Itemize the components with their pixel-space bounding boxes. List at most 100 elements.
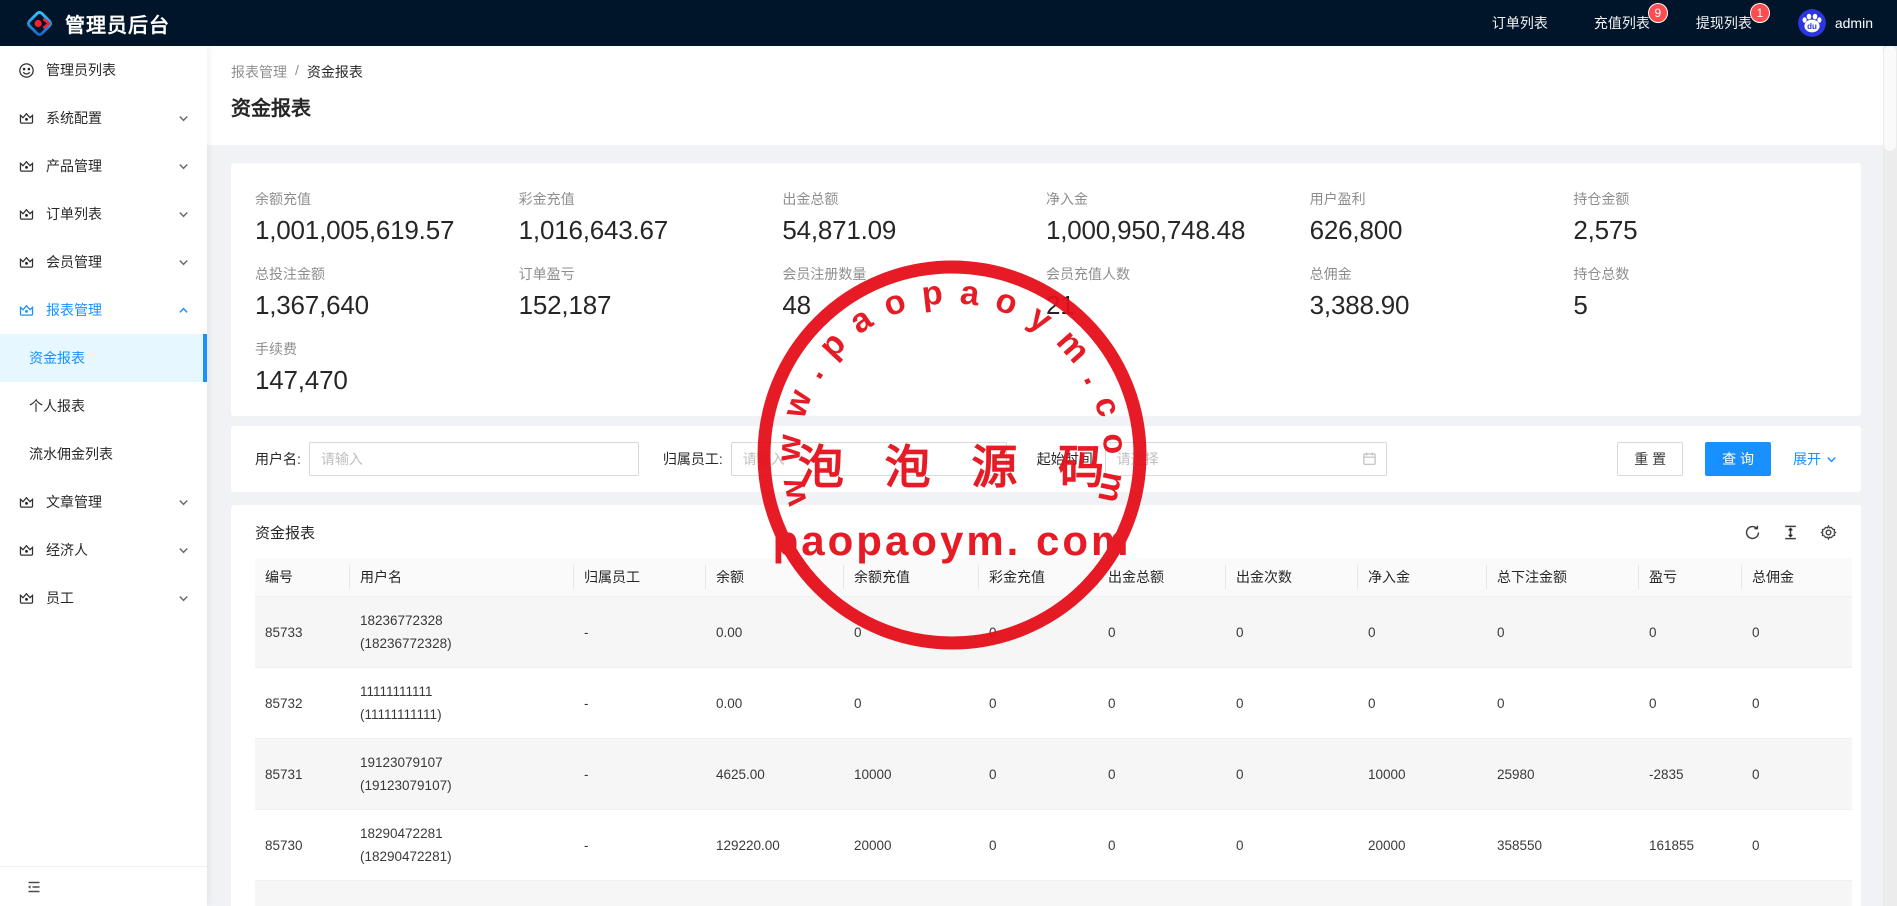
recharge-badge: 9 — [1649, 4, 1667, 22]
cell-value: 0.00 — [706, 597, 844, 668]
chevron-down-icon — [178, 545, 189, 556]
cell-value: 0 — [1487, 597, 1639, 668]
cell-value: 161855 — [1639, 810, 1742, 881]
user-chip[interactable]: du admin — [1798, 9, 1873, 37]
sidebar-item-product-mgmt[interactable]: 产品管理 — [0, 142, 207, 190]
menu-fold-icon[interactable] — [26, 879, 42, 895]
sidebar-item-article-mgmt[interactable]: 文章管理 — [0, 478, 207, 526]
cell-value: 0.00 — [706, 668, 844, 739]
sidebar-item-staff[interactable]: 员工 — [0, 574, 207, 622]
crown-icon — [18, 494, 35, 511]
search-button[interactable]: 查 询 — [1705, 442, 1771, 476]
sidebar-item-label: 员工 — [46, 588, 178, 608]
reload-icon[interactable] — [1744, 524, 1761, 541]
cell-username: 19122734740 — [350, 881, 574, 906]
scrollbar-thumb[interactable] — [1884, 46, 1896, 151]
sidebar-item-order-list[interactable]: 订单列表 — [0, 190, 207, 238]
cell-value — [706, 881, 844, 906]
stat-member-recharged: 会员充值人数21 — [1046, 264, 1310, 321]
page-title: 资金报表 — [231, 92, 1859, 121]
chevron-down-icon — [178, 257, 189, 268]
cell-value: 0 — [1639, 597, 1742, 668]
cell-value — [1098, 881, 1226, 906]
cell-value: 0 — [1487, 668, 1639, 739]
cell-staff: - — [574, 739, 706, 810]
stat-member-registered: 会员注册数量48 — [782, 264, 1046, 321]
username-input[interactable] — [309, 442, 639, 476]
vertical-scrollbar[interactable] — [1883, 46, 1897, 906]
sidebar-item-report-mgmt[interactable]: 报表管理 — [0, 286, 207, 334]
stat-balance-recharge: 余额充值1,001,005,619.57 — [255, 189, 519, 246]
cell-value: 0 — [1098, 597, 1226, 668]
stat-position-amount: 持仓金额2,575 — [1573, 189, 1837, 246]
nav-recharge-list[interactable]: 充值列表9 — [1594, 13, 1650, 33]
withdraw-badge: 1 — [1751, 4, 1769, 22]
fund-report-table: 编号 用户名 归属员工 余额 余额充值 彩金充值 出金总额 出金次数 净入金 总… — [255, 558, 1852, 906]
cell-value: 0 — [979, 739, 1098, 810]
cell-staff — [574, 881, 706, 906]
breadcrumb-parent[interactable]: 报表管理 — [231, 62, 287, 82]
start-time-input[interactable] — [1105, 442, 1387, 476]
staff-input[interactable] — [731, 442, 1007, 476]
column-height-icon[interactable] — [1782, 524, 1799, 541]
sidebar-item-broker[interactable]: 经济人 — [0, 526, 207, 574]
crown-icon — [18, 542, 35, 559]
cell-value: -2835 — [1639, 739, 1742, 810]
cell-value: 10000 — [844, 739, 979, 810]
cell-value: 0 — [1098, 810, 1226, 881]
cell-serial: 85730 — [255, 810, 350, 881]
stats-card: 余额充值1,001,005,619.57 彩金充值1,016,643.67 出金… — [231, 163, 1861, 416]
sidebar-subitem-commission-list[interactable]: 流水佣金列表 — [0, 430, 207, 478]
page-header: 报表管理 / 资金报表 资金报表 — [207, 46, 1883, 145]
sidebar-item-label: 会员管理 — [46, 252, 178, 272]
content-area: 余额充值1,001,005,619.57 彩金充值1,016,643.67 出金… — [207, 145, 1883, 906]
col-net-deposit: 净入金 — [1358, 558, 1487, 597]
sidebar-subitem-personal-report[interactable]: 个人报表 — [0, 382, 207, 430]
cell-value — [1742, 881, 1852, 906]
cell-value: 0 — [979, 597, 1098, 668]
sidebar-item-admin-list[interactable]: 管理员列表 — [0, 46, 207, 94]
expand-link[interactable]: 展开 — [1793, 449, 1837, 469]
cell-staff: - — [574, 810, 706, 881]
top-nav: 订单列表 充值列表9 提现列表1 du admin — [1492, 9, 1873, 37]
nav-order-list[interactable]: 订单列表 — [1492, 13, 1548, 33]
cell-value — [979, 881, 1098, 906]
cell-value: 0 — [1742, 810, 1852, 881]
start-time-label: 起始时间: — [1037, 449, 1097, 469]
sidebar-subitem-label: 资金报表 — [29, 348, 85, 368]
sidebar-subitem-fund-report[interactable]: 资金报表 — [0, 334, 207, 382]
top-header: 管理员后台 订单列表 充值列表9 提现列表1 du admin — [0, 0, 1897, 46]
col-pnl: 盈亏 — [1639, 558, 1742, 597]
username-label: 用户名: — [255, 449, 301, 469]
sidebar-item-system-config[interactable]: 系统配置 — [0, 94, 207, 142]
sidebar-item-member-mgmt[interactable]: 会员管理 — [0, 238, 207, 286]
cell-serial: 85731 — [255, 739, 350, 810]
gear-icon[interactable] — [1820, 524, 1837, 541]
breadcrumb: 报表管理 / 资金报表 — [231, 62, 1859, 82]
cell-username: 11111111111(11111111111) — [350, 668, 574, 739]
crown-icon — [18, 110, 35, 127]
table-row: 8573318236772328(18236772328)-0.00000000… — [255, 597, 1852, 668]
crown-icon — [18, 590, 35, 607]
table-body: 8573318236772328(18236772328)-0.00000000… — [255, 597, 1852, 906]
stat-user-profit: 用户盈利626,800 — [1310, 189, 1574, 246]
sidebar: 管理员列表 系统配置 产品管理 订单列表 会员管理 报表管理 — [0, 46, 207, 906]
cell-value: 0 — [844, 597, 979, 668]
reset-button[interactable]: 重 置 — [1617, 442, 1683, 476]
cell-value: 0 — [1226, 597, 1358, 668]
cell-serial: 85732 — [255, 668, 350, 739]
cell-username: 19123079107(19123079107) — [350, 739, 574, 810]
cell-value: 0 — [1226, 668, 1358, 739]
table-row: 8573211111111111(11111111111)-0.00000000… — [255, 668, 1852, 739]
filter-card: 用户名: 归属员工: 起始时间: 重 置 查 询 展开 — [231, 426, 1861, 492]
col-username: 用户名 — [350, 558, 574, 597]
nav-withdraw-list[interactable]: 提现列表1 — [1696, 13, 1752, 33]
table-header: 编号 用户名 归属员工 余额 余额充值 彩金充值 出金总额 出金次数 净入金 总… — [255, 558, 1852, 597]
crown-icon — [18, 158, 35, 175]
cell-value: 0 — [1358, 597, 1487, 668]
table-row: 19122734740 — [255, 881, 1852, 906]
brand: 管理员后台 — [26, 9, 170, 38]
svg-text:du: du — [1807, 22, 1817, 31]
stats-grid: 余额充值1,001,005,619.57 彩金充值1,016,643.67 出金… — [255, 189, 1837, 396]
sidebar-item-label: 文章管理 — [46, 492, 178, 512]
